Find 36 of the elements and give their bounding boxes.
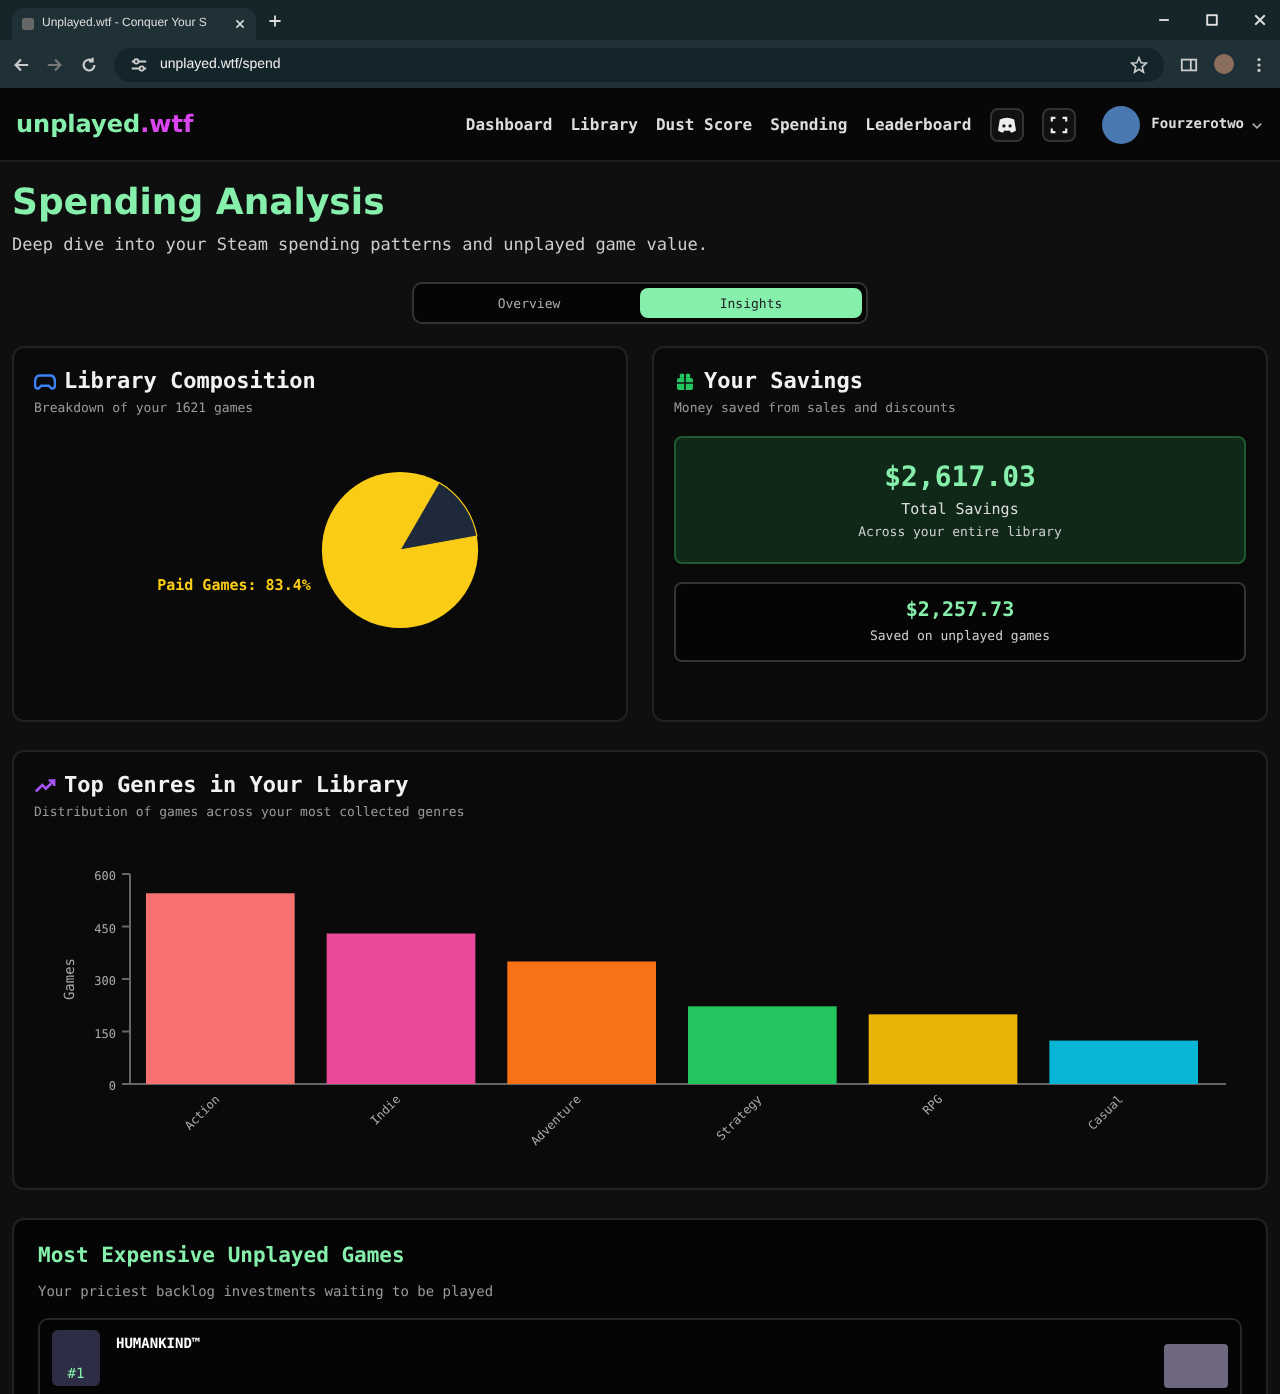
card-title: Your Savings [704,368,863,394]
close-icon[interactable] [234,18,246,30]
back-icon[interactable] [12,55,30,73]
gamepad-icon [34,371,56,391]
card-title: Most Expensive Unplayed Games [38,1244,407,1268]
discord-button[interactable] [989,107,1024,141]
unplayed-savings-amount: $2,257.73 [905,600,1015,622]
card-title: Top Genres in Your Library [64,772,409,798]
card-title: Library Composition [64,368,316,394]
favicon-icon [22,18,34,30]
gift-icon [674,371,696,391]
site-settings-icon[interactable] [130,55,148,73]
user-avatar[interactable] [1101,105,1140,143]
star-icon[interactable] [1130,55,1148,73]
total-savings-amount: $2,617.03 [884,461,1036,493]
trend-icon [34,775,56,795]
nav-link[interactable]: Dashboard [465,115,553,133]
fullscreen-button[interactable] [1041,107,1076,141]
forward-icon[interactable] [46,55,64,73]
page-subtitle: Deep dive into your Steam spending patterns and unplayed game value. [12,236,710,256]
maximize-icon[interactable] [1204,12,1220,28]
site-logo[interactable]: unplayed.wtf [16,110,194,138]
nav-link[interactable]: Spending [770,115,848,133]
nav-link[interactable]: Library [570,115,638,133]
nav-link[interactable]: Leaderboard [865,115,972,133]
discord-icon [995,115,1018,133]
profile-avatar[interactable] [1214,54,1234,74]
fullscreen-icon [1049,115,1068,133]
game-thumbnail-placeholder [1164,1344,1228,1388]
reload-icon[interactable] [80,55,98,73]
new-tab-icon[interactable] [268,13,282,27]
page-title: Spending Analysis [12,182,387,224]
caret-icon[interactable] [1250,117,1264,131]
close-icon[interactable] [1252,12,1268,28]
nav-link[interactable]: Dust Score [655,115,753,133]
side-panel-icon[interactable] [1180,55,1198,73]
